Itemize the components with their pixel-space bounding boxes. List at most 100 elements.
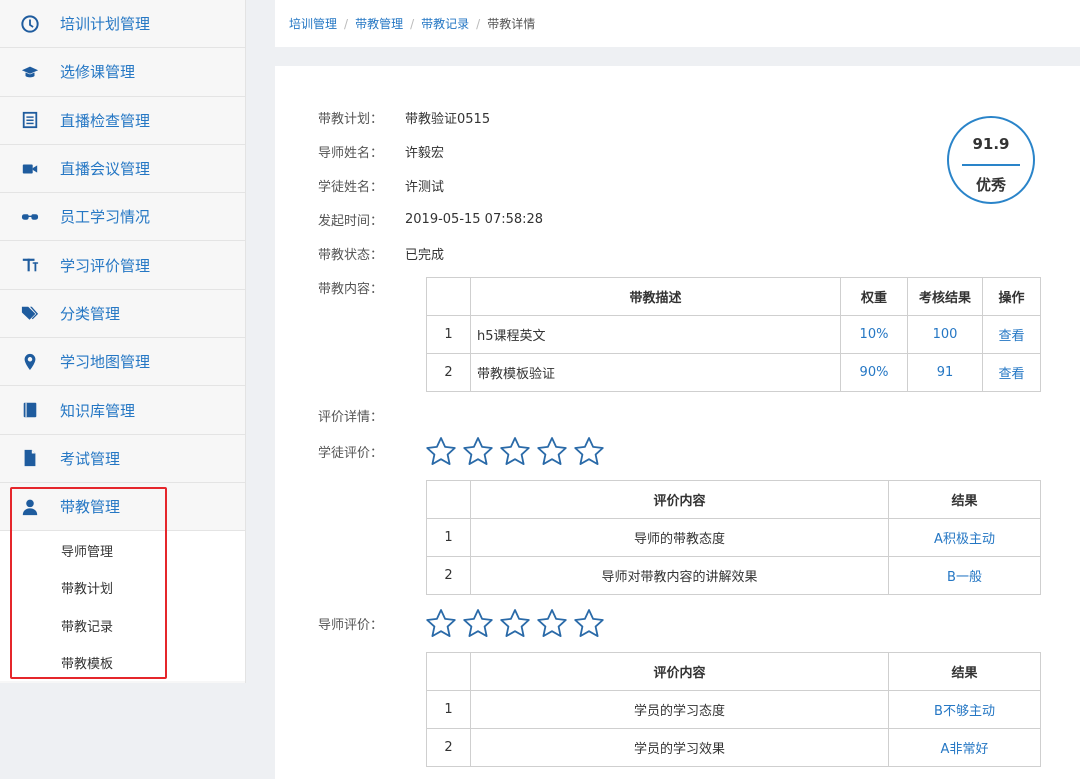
apprentice-eval-table: 评价内容 结果 1 导师的带教态度 A积极主动 2 导师对带教内容的讲解效果 B… [426, 480, 1041, 595]
sidebar-item-exam[interactable]: 考试管理 [0, 435, 245, 483]
row-result: 91 [907, 353, 983, 392]
score-divider [962, 164, 1020, 166]
book-icon [0, 401, 60, 419]
eval-detail-row: 评价详情： [275, 406, 405, 425]
tags-icon [0, 304, 60, 322]
breadcrumb-training[interactable]: 培训管理 [289, 15, 337, 32]
info-value: 许测试 [405, 180, 445, 195]
star-icon[interactable] [573, 436, 605, 466]
table-row: 1 学员的学习态度 B不够主动 [426, 690, 1041, 729]
breadcrumb-current: 带教详情 [487, 17, 536, 31]
col-weight: 权重 [840, 277, 908, 316]
user-icon [0, 498, 60, 516]
sidebar-item-label: 学习评价管理 [60, 256, 151, 275]
col-no [426, 277, 471, 316]
star-icon[interactable] [499, 436, 531, 466]
table-header: 带教描述 权重 考核结果 操作 [426, 277, 1041, 316]
info-label: 导师姓名： [317, 146, 383, 161]
sidebar-item-live-meeting[interactable]: 直播会议管理 [0, 145, 245, 194]
star-icon[interactable] [425, 436, 457, 466]
row-desc: 带教模板验证 [470, 353, 841, 392]
file-icon [0, 449, 60, 467]
apprentice-eval-row: 学徒评价： [275, 442, 405, 461]
star-icon[interactable] [425, 608, 457, 638]
sidebar-item-label: 学习地图管理 [60, 353, 151, 372]
star-icon[interactable] [499, 608, 531, 638]
sidebar-item-knowledge[interactable]: 知识库管理 [0, 386, 245, 435]
sidebar-item-category[interactable]: 分类管理 [0, 290, 245, 339]
col-result: 结果 [888, 480, 1041, 519]
col-no [426, 652, 471, 691]
breadcrumb-mentoring[interactable]: 带教管理 [355, 15, 403, 32]
mentor-eval-table: 评价内容 结果 1 学员的学习态度 B不够主动 2 学员的学习效果 A非常好 [426, 652, 1041, 767]
content-label-row: 带教内容： [275, 278, 405, 297]
row-content: 学员的学习效果 [470, 728, 889, 767]
row-no: 1 [426, 315, 471, 354]
sidebar-item-label: 选修课管理 [60, 63, 136, 82]
star-icon[interactable] [536, 608, 568, 638]
view-link[interactable]: 查看 [982, 353, 1041, 392]
sidebar-item-mentoring[interactable]: 带教管理 [0, 483, 245, 532]
content-table: 带教描述 权重 考核结果 操作 1 h5课程英文 10% 100 查看 2 带教… [426, 277, 1041, 392]
eval-detail-label: 评价详情： [317, 410, 383, 425]
star-icon[interactable] [462, 436, 494, 466]
sidebar-item-label: 员工学习情况 [60, 208, 151, 227]
info-label: 带教状态： [317, 248, 383, 263]
row-no: 2 [426, 353, 471, 392]
info-label: 带教计划： [317, 112, 383, 127]
row-result: A非常好 [888, 728, 1041, 767]
mentor-eval-row: 导师评价： [275, 614, 405, 633]
row-no: 2 [426, 728, 471, 767]
star-icon[interactable] [573, 608, 605, 638]
table-row: 1 导师的带教态度 A积极主动 [426, 518, 1041, 557]
table-header: 评价内容 结果 [426, 652, 1041, 691]
video-camera-icon [0, 160, 60, 178]
row-content: 学员的学习态度 [470, 690, 889, 729]
sidebar-item-elective[interactable]: 选修课管理 [0, 48, 245, 97]
sidebar: 培训计划管理 选修课管理 直播检查管理 直播会议管理 员工学习情况 学习评价管理… [0, 0, 246, 683]
breadcrumb: 培训管理 / 带教管理 / 带教记录 / 带教详情 [275, 0, 1080, 47]
col-result: 考核结果 [907, 277, 983, 316]
sidebar-item-label: 带教管理 [60, 498, 121, 517]
sidebar-item-live-check[interactable]: 直播检查管理 [0, 97, 245, 145]
info-label: 发起时间： [317, 214, 383, 229]
submenu-item-mentor[interactable]: 导师管理 [0, 531, 245, 569]
list-icon [0, 111, 60, 129]
col-result: 结果 [888, 652, 1041, 691]
star-icon[interactable] [462, 608, 494, 638]
sidebar-item-learning-eval[interactable]: 学习评价管理 [0, 241, 245, 290]
info-row-apprentice: 学徒姓名： 许测试 [275, 176, 444, 195]
sidebar-item-staff-learning[interactable]: 员工学习情况 [0, 193, 245, 242]
row-weight: 10% [840, 315, 908, 354]
col-action: 操作 [982, 277, 1041, 316]
breadcrumb-records[interactable]: 带教记录 [421, 15, 469, 32]
graduation-cap-icon [0, 63, 60, 81]
submenu-item-record[interactable]: 带教记录 [0, 606, 245, 644]
row-content: 导师对带教内容的讲解效果 [470, 556, 889, 595]
sidebar-item-label: 考试管理 [60, 449, 121, 468]
row-result: 100 [907, 315, 983, 354]
submenu-item-plan[interactable]: 带教计划 [0, 569, 245, 607]
score-badge: 91.9 优秀 [947, 116, 1035, 204]
view-link[interactable]: 查看 [982, 315, 1041, 354]
star-icon[interactable] [536, 436, 568, 466]
submenu-item-template[interactable]: 带教模板 [0, 644, 245, 682]
col-content: 评价内容 [470, 652, 889, 691]
row-result: B不够主动 [888, 690, 1041, 729]
sidebar-item-label: 直播会议管理 [60, 160, 151, 179]
map-marker-icon [0, 353, 60, 371]
col-content: 评价内容 [470, 480, 889, 519]
info-value: 已完成 [405, 248, 445, 263]
mentor-star-rating [425, 608, 605, 638]
breadcrumb-separator: / [344, 16, 349, 31]
row-weight: 90% [840, 353, 908, 392]
row-no: 1 [426, 690, 471, 729]
breadcrumb-separator: / [410, 16, 415, 31]
score-grade: 优秀 [975, 176, 1006, 194]
apprentice-star-rating [425, 436, 605, 466]
sidebar-item-learning-map[interactable]: 学习地图管理 [0, 338, 245, 387]
sidebar-item-training-plan[interactable]: 培训计划管理 [0, 0, 245, 49]
sidebar-item-label: 知识库管理 [60, 401, 136, 420]
row-desc: h5课程英文 [470, 315, 841, 354]
col-desc: 带教描述 [470, 277, 841, 316]
